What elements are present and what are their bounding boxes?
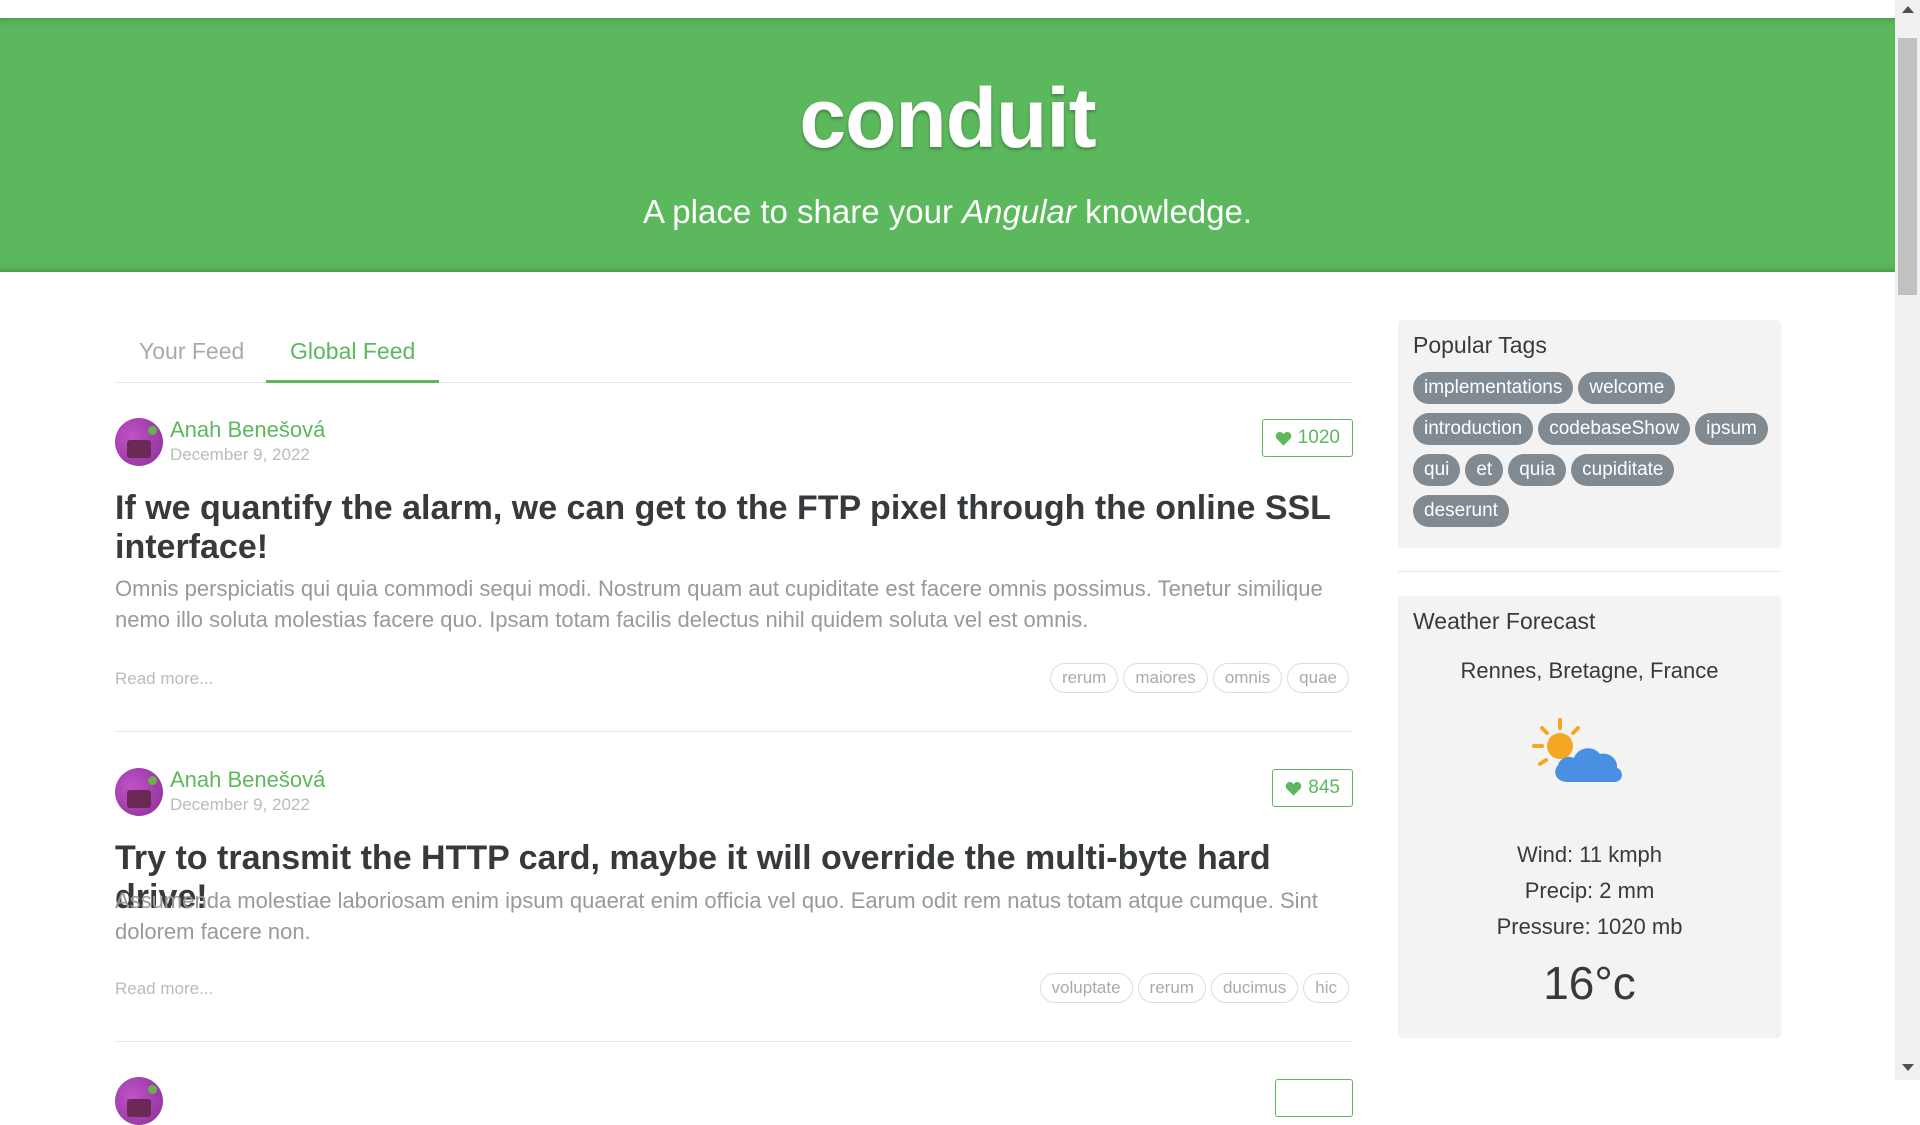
tab-global-feed[interactable]: Global Feed [266, 332, 440, 383]
favorite-button[interactable]: 1020 [1261, 419, 1353, 457]
tag-pill[interactable]: et [1465, 454, 1504, 486]
article-date: December 9, 2022 [170, 445, 310, 464]
banner: conduit A place to share your Angular kn… [0, 18, 1895, 272]
scroll-down-arrow-icon[interactable] [1902, 1064, 1914, 1071]
article-tag: voluptate [1039, 973, 1133, 1003]
feed-tabs: Your Feed Global Feed [115, 310, 1353, 383]
article-excerpt: Assumenda molestiae laboriosam enim ipsu… [115, 888, 1318, 944]
tab-your-feed[interactable]: Your Feed [115, 332, 268, 380]
weather-wind: Wind: 11 kmph [1516, 842, 1663, 867]
banner-subtitle: A place to share your Angular knowledge. [0, 193, 1895, 231]
favorite-count: 1020 [1297, 427, 1340, 448]
avatar[interactable] [115, 768, 163, 816]
top-strip [0, 0, 1895, 18]
popular-tags-heading: Popular Tags [1413, 332, 1547, 358]
article-date: December 9, 2022 [170, 795, 310, 814]
article-tag: rerum [1137, 973, 1206, 1003]
heart-icon [1286, 781, 1302, 796]
subtitle-emphasis: Angular [962, 193, 1076, 230]
weather-temperature: 16°c [1543, 957, 1636, 1009]
article-tag: hic [1303, 973, 1349, 1003]
weather-pressure: Pressure: 1020 mb [1496, 914, 1683, 939]
avatar[interactable] [115, 418, 163, 466]
article-tag-list: voluptate rerum ducimus hic [1039, 973, 1349, 1003]
heart-icon [1275, 431, 1291, 446]
article-excerpt: Omnis perspiciatis qui quia commodi sequ… [115, 576, 1323, 632]
favorite-button[interactable] [1275, 1079, 1353, 1117]
banner-title: conduit [799, 71, 1096, 165]
tag-pill[interactable]: welcome [1578, 372, 1676, 404]
article-tag-list: rerum maiores omnis quae [1049, 663, 1349, 693]
article-tag: rerum [1049, 663, 1119, 693]
read-more-link[interactable]: Read more... [115, 669, 213, 689]
subtitle-pre: A place to share your [642, 193, 963, 230]
article-preview: Anah Benešová December 9, 2022 1020 If w… [115, 405, 1353, 732]
favorite-button[interactable]: 845 [1272, 769, 1353, 807]
scroll-thumb[interactable] [1898, 38, 1917, 295]
tag-cloud: implementations welcome introduction cod… [1413, 372, 1773, 527]
tag-pill[interactable]: qui [1413, 454, 1461, 486]
tag-pill[interactable]: deserunt [1413, 495, 1509, 527]
article-tag: quae [1287, 663, 1349, 693]
tag-pill[interactable]: codebaseShow [1538, 413, 1691, 445]
scroll-up-arrow-icon[interactable] [1902, 6, 1914, 13]
avatar[interactable] [115, 1077, 163, 1125]
read-more-link[interactable]: Read more... [115, 979, 213, 999]
article-title[interactable]: If we quantify the alarm, we can get to … [115, 489, 1353, 567]
article-tag: ducimus [1210, 973, 1299, 1003]
tag-pill[interactable]: ipsum [1695, 413, 1768, 445]
subtitle-post: knowledge. [1075, 193, 1253, 230]
tag-pill[interactable]: implementations [1413, 372, 1574, 404]
tag-pill[interactable]: introduction [1413, 413, 1534, 445]
article-tag: omnis [1212, 663, 1283, 693]
favorite-count: 845 [1308, 777, 1340, 798]
author-link[interactable]: Anah Benešová [170, 767, 325, 793]
article-preview [115, 1065, 1353, 1125]
weather-heading: Weather Forecast [1413, 608, 1596, 634]
partly-cloudy-icon [1532, 718, 1622, 782]
author-link[interactable]: Anah Benešová [170, 417, 325, 443]
sidebar-divider [1398, 571, 1781, 572]
weather-card: Weather Forecast Rennes, Bretagne, Franc… [1398, 596, 1781, 1038]
article-tag: maiores [1123, 663, 1208, 693]
popular-tags-card: Popular Tags implementations welcome int… [1398, 320, 1781, 548]
weather-precip: Precip: 2 mm [1524, 878, 1655, 903]
weather-location: Rennes, Bretagne, France [1460, 658, 1719, 683]
tag-pill[interactable]: cupiditate [1571, 454, 1675, 486]
tag-pill[interactable]: quia [1508, 454, 1567, 486]
article-preview: Anah Benešová December 9, 2022 845 Try t… [115, 755, 1353, 1042]
scrollbar[interactable] [1895, 0, 1920, 1080]
